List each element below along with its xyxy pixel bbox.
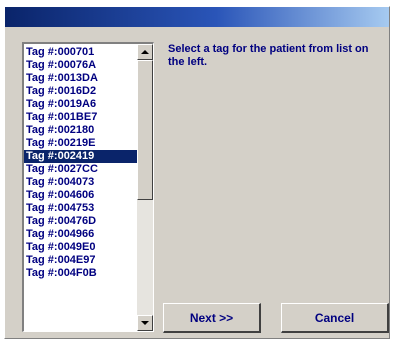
- tag-list-item[interactable]: Tag #:0027CC: [24, 163, 138, 176]
- tag-list-item[interactable]: Tag #:004E97: [24, 254, 138, 267]
- tag-list-item[interactable]: Tag #:00219E: [24, 137, 138, 150]
- scroll-up-button[interactable]: [137, 44, 153, 60]
- instruction-text: Select a tag for the patient from list o…: [168, 43, 369, 68]
- tag-list-item-selected[interactable]: Tag #:002419: [24, 150, 138, 163]
- tag-list-item[interactable]: Tag #:004F0B: [24, 267, 138, 280]
- tag-list-item[interactable]: Tag #:0016D2: [24, 85, 138, 98]
- tag-list-item[interactable]: Tag #:002180: [24, 124, 138, 137]
- scroll-thumb[interactable]: [137, 60, 153, 200]
- tag-list-item[interactable]: Tag #:0019A6: [24, 98, 138, 111]
- arrow-up-icon: [141, 50, 149, 54]
- tag-list-item[interactable]: Tag #:004966: [24, 228, 138, 241]
- title-bar[interactable]: [5, 7, 389, 27]
- scroll-down-button[interactable]: [137, 315, 153, 331]
- tag-list-item[interactable]: Tag #:001BE7: [24, 111, 138, 124]
- tag-listbox[interactable]: Tag #:000701 Tag #:00076A Tag #:0013DA Tag …: [22, 42, 154, 332]
- tag-list-item[interactable]: Tag #:004073: [24, 176, 138, 189]
- tag-list-item[interactable]: Tag #:00076A: [24, 59, 138, 72]
- tag-selection-dialog: Tag #:000701 Tag #:00076A Tag #:0013DA Tag …: [4, 6, 390, 339]
- arrow-down-icon: [141, 321, 149, 325]
- tag-list-items: Tag #:000701 Tag #:00076A Tag #:0013DA Tag …: [24, 44, 138, 331]
- tag-list-item[interactable]: Tag #:00476D: [24, 215, 138, 228]
- tag-list-item[interactable]: Tag #:004606: [24, 189, 138, 202]
- tag-list-item[interactable]: Tag #:0013DA: [24, 72, 138, 85]
- cancel-button[interactable]: Cancel: [281, 303, 389, 333]
- tag-list-item[interactable]: Tag #:000701: [24, 46, 138, 59]
- next-button[interactable]: Next >>: [163, 303, 261, 333]
- tag-list-item[interactable]: Tag #:0049E0: [24, 241, 138, 254]
- tag-list-item[interactable]: Tag #:004753: [24, 202, 138, 215]
- tag-list-scrollbar[interactable]: [137, 44, 153, 331]
